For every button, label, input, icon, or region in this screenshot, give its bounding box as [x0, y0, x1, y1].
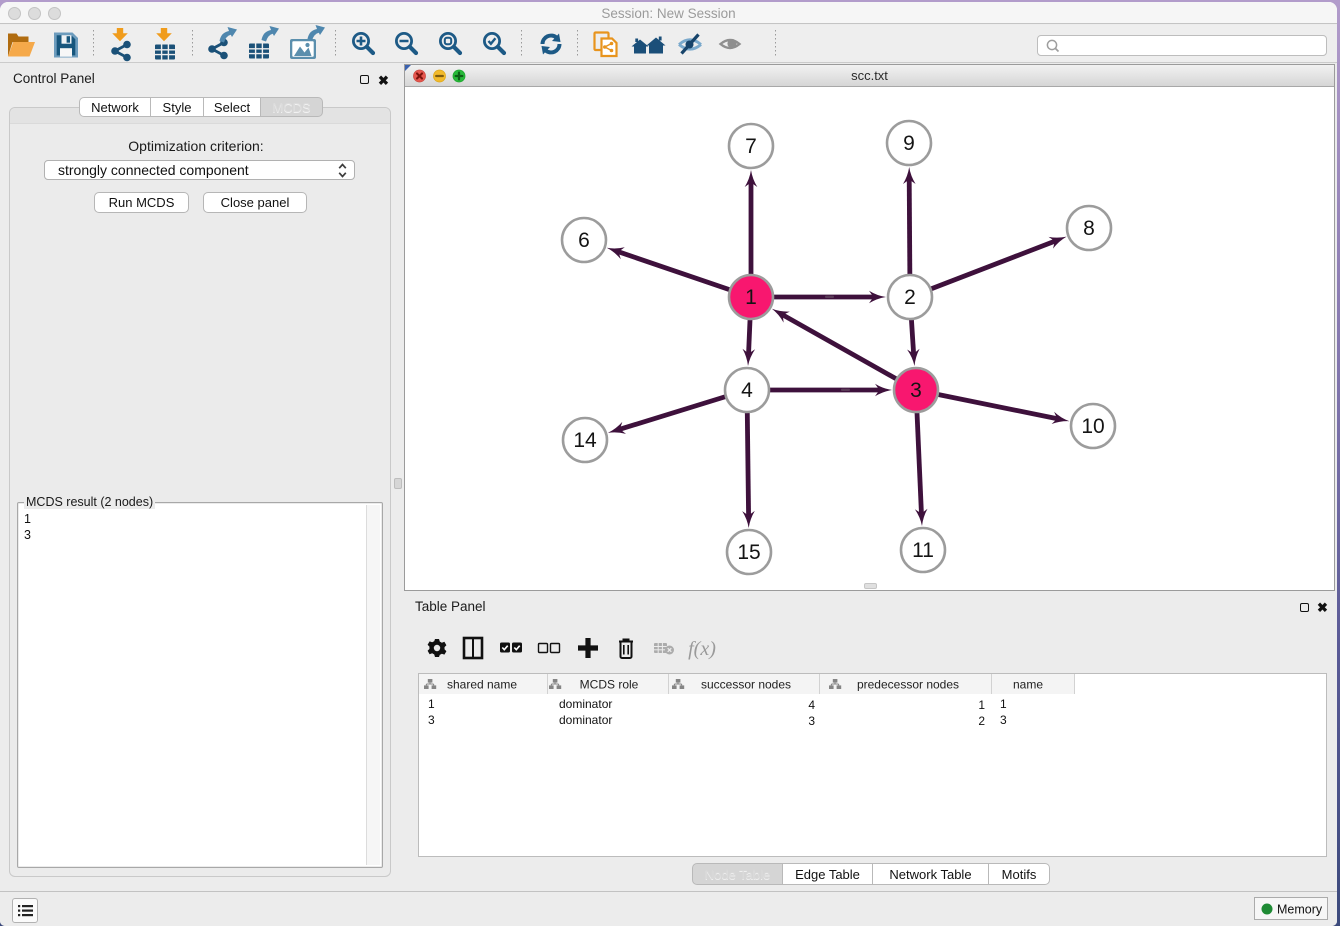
svg-text:Memory: Memory [1277, 903, 1323, 917]
svg-text:3: 3 [910, 379, 922, 402]
svg-text:predecessor nodes: predecessor nodes [857, 678, 959, 692]
svg-text:2: 2 [904, 286, 916, 309]
svg-text:1: 1 [745, 286, 757, 309]
svg-text:shared name: shared name [447, 678, 517, 692]
svg-text:7: 7 [745, 135, 757, 158]
svg-text:15: 15 [737, 541, 760, 564]
svg-text:6: 6 [578, 229, 590, 252]
svg-text:MCDS role: MCDS role [580, 678, 639, 692]
svg-text:f(x): f(x) [688, 638, 716, 660]
svg-text:10: 10 [1081, 415, 1104, 438]
svg-text:8: 8 [1083, 217, 1095, 240]
svg-text:11: 11 [912, 539, 934, 562]
svg-text:14: 14 [573, 429, 597, 452]
svg-text:successor nodes: successor nodes [701, 678, 791, 692]
svg-text:9: 9 [903, 132, 915, 155]
svg-text:name: name [1013, 678, 1043, 692]
svg-text:4: 4 [741, 379, 753, 402]
